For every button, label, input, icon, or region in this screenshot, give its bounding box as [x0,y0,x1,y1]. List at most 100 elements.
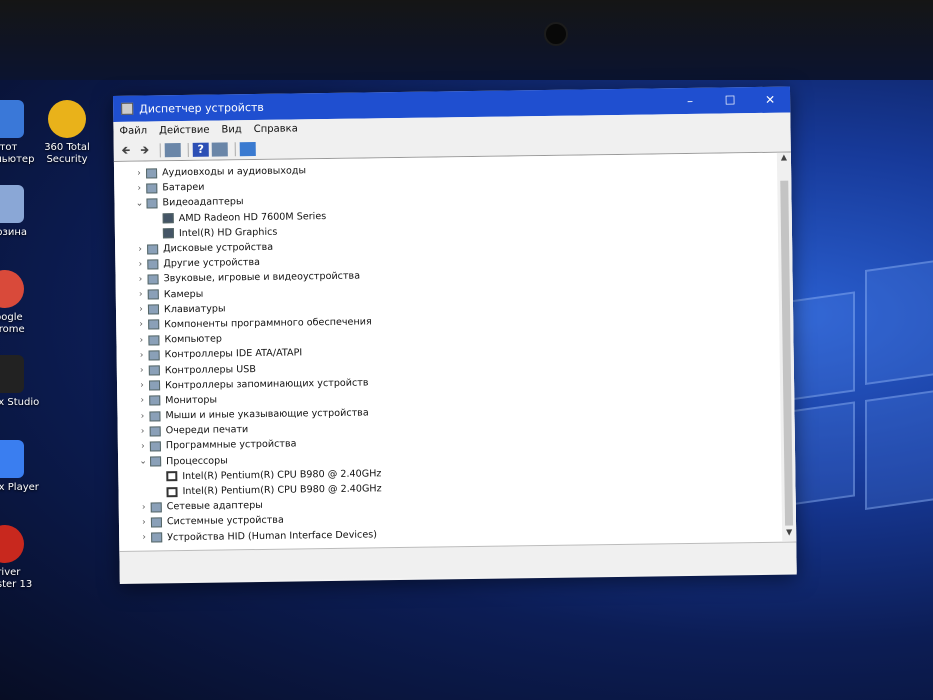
device-category-icon [149,426,161,437]
windows-logo-wallpaper [790,258,933,520]
tree-category-label: Батареи [162,182,205,194]
device-category-icon [149,395,161,406]
toolbar-divider [234,141,236,156]
device-icon [162,213,174,224]
chevron-right-icon[interactable]: › [136,441,150,452]
device-tree-pane: › Аудиовходы и аудиовыходы › Батареи ⌄ Видеоа… [113,152,797,552]
device-category-icon [148,350,160,361]
tree-category-label: Системные устройства [166,515,284,528]
window-title: Диспетчер устройств [139,100,264,116]
scroll-thumb[interactable] [780,180,794,526]
tree-category-label: Контроллеры IDE ATA/ATAPI [164,347,303,361]
desktop-icon[interactable]: Google Chrome [0,270,40,336]
device-category-icon [146,198,158,209]
chevron-right-icon[interactable]: › [133,244,147,254]
maximize-button[interactable]: ☐ [710,93,750,108]
device-category-icon [148,365,160,376]
desktop-icon-label: 360 Total Security [44,142,90,165]
chevron-right-icon[interactable]: › [132,183,146,193]
tree-category-label: Мониторы [165,394,218,407]
chevron-right-icon[interactable]: › [136,426,150,436]
tree-category-label: Процессоры [166,455,228,467]
menu-action[interactable]: Действие [159,124,209,136]
chevron-right-icon[interactable]: › [132,168,146,178]
properties-icon[interactable] [164,142,181,157]
desktop-icon-label: Roblox Studio [0,397,40,408]
menu-view[interactable]: Вид [221,124,241,135]
device-category-icon [147,289,159,300]
chevron-right-icon[interactable]: › [133,259,147,269]
desktop-icon-label: Roblox Player [0,482,39,493]
device-category-icon [147,274,159,285]
chevron-right-icon[interactable]: › [135,366,149,376]
menu-file[interactable]: Файл [119,125,147,136]
tree-category-label: Контроллеры USB [164,363,256,376]
back-arrow-icon[interactable]: 🡸 [118,143,134,157]
menu-help[interactable]: Справка [254,123,298,135]
desktop-icon-label: Driver Booster 13 [0,567,33,590]
device-category-icon [147,259,159,270]
chevron-right-icon[interactable]: › [133,274,147,285]
app-icon [0,440,24,478]
chevron-right-icon[interactable]: › [135,350,149,360]
tree-device-label: Intel(R) Pentium(R) CPU B980 @ 2.40GHz [182,483,382,498]
chevron-right-icon[interactable]: › [137,533,151,543]
desktop-icon[interactable]: Driver Booster 13 [0,525,40,591]
device-manager-icon [121,102,134,115]
device-icon [162,228,174,239]
webcam [544,22,568,46]
tree-category-label: Устройства HID (Human Interface Devices) [167,528,378,543]
chevron-down-icon[interactable]: ⌄ [136,457,150,467]
tree-category-label: Сетевые адаптеры [166,500,263,513]
chevron-right-icon[interactable]: › [135,396,149,406]
device-icon [166,471,178,482]
tree-category-label: Контроллеры запоминающих устройств [164,377,369,392]
tree-device-label: Intel(R) HD Graphics [178,226,278,239]
device-tree: › Аудиовходы и аудиовыходы › Батареи ⌄ Видеоа… [114,153,796,546]
scroll-up-icon[interactable]: ▲ [777,153,791,167]
tree-category-label: Звуковые, игровые и видеоустройства [163,270,361,285]
forward-arrow-icon[interactable]: 🡺 [137,143,153,157]
tree-category-label: Компоненты программного обеспечения [164,316,372,331]
help-icon[interactable]: ? [192,142,209,157]
show-hide-pane-icon[interactable] [211,141,228,157]
device-category-icon [148,319,160,330]
tree-category-label: Очереди печати [165,424,249,437]
device-category-icon [151,532,163,543]
toolbar-divider [159,142,161,157]
device-category-icon [147,243,159,255]
chevron-right-icon[interactable]: › [134,320,148,330]
close-button[interactable]: ✕ [750,93,790,108]
tree-category-label: Другие устройства [163,257,261,270]
device-category-icon [150,456,162,467]
desktop-icon[interactable]: Roblox Player [0,440,40,494]
device-category-icon [149,441,161,452]
desktop-icon[interactable]: Roblox Studio [0,355,40,409]
device-category-icon [150,517,163,528]
tree-category-label: Аудиовходы и аудиовыходы [162,165,307,179]
chevron-right-icon[interactable]: › [137,502,151,512]
chevron-right-icon[interactable]: › [135,381,149,391]
chevron-right-icon[interactable]: › [135,411,149,421]
device-category-icon [150,502,162,513]
minimize-button[interactable]: – [670,94,710,109]
app-icon [0,355,24,393]
chevron-right-icon[interactable]: › [134,335,148,345]
app-icon [0,100,24,138]
tree-device-label: AMD Radeon HD 7600M Series [178,210,327,224]
app-icon [0,270,24,308]
device-category-icon [148,335,160,346]
desktop-icon[interactable]: Корзина [0,185,40,239]
tree-category-label: Программные устройства [165,438,297,452]
chevron-down-icon[interactable]: ⌄ [132,199,146,209]
tree-device-label: Intel(R) Pentium(R) CPU B980 @ 2.40GHz [182,468,382,482]
chevron-right-icon[interactable]: › [134,305,148,315]
scroll-down-icon[interactable]: ▼ [782,528,796,542]
desktop-icon[interactable]: 360 Total Security [32,100,102,166]
device-manager-window: Диспетчер устройств – ☐ ✕ Файл Действие … [113,86,797,584]
chevron-right-icon[interactable]: › [137,517,151,527]
chevron-right-icon[interactable]: › [134,290,148,300]
scan-hardware-icon[interactable] [239,141,256,156]
desktop-icon-label: Google Chrome [0,312,25,335]
device-category-icon [149,410,161,422]
